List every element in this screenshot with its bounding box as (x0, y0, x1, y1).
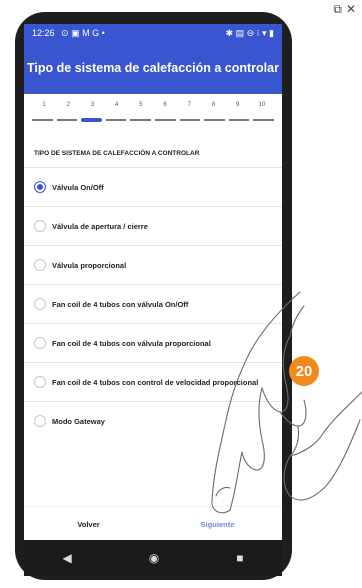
next-button[interactable]: Siguiente (153, 520, 282, 529)
radio-button[interactable] (34, 220, 46, 232)
option-label: Válvula de apertura / cierre (52, 221, 148, 231)
step-number: 5 (139, 102, 143, 108)
back-button[interactable]: Volver (24, 520, 153, 529)
footer: Volver Siguiente (24, 506, 282, 541)
step-segment (81, 118, 102, 122)
home-circle-icon[interactable]: ◉ (149, 551, 159, 565)
step-number: 1 (42, 102, 46, 108)
step-segment (56, 119, 78, 121)
step-number: 2 (66, 102, 70, 108)
option-label: Fan coil de 4 tubos con control de veloc… (52, 377, 259, 387)
step-segment (228, 119, 250, 121)
step-segment (204, 119, 225, 121)
status-system-icons: ✱ ▤ ⊖ ⁝ ▾ ▮ (225, 27, 274, 38)
option-label: Fan coil de 4 tubos con válvula proporci… (52, 338, 211, 348)
external-link-icon[interactable]: ⧉ (333, 2, 342, 17)
option-row[interactable]: Válvula proporcional (24, 245, 282, 284)
option-row[interactable]: Válvula On/Off (24, 167, 282, 206)
status-bar: 12:26 ⊙ ▣ M G • ✱ ▤ ⊖ ⁝ ▾ ▮ (24, 24, 282, 42)
radio-button[interactable] (34, 415, 46, 427)
radio-button[interactable] (34, 259, 46, 271)
step-number: 4 (115, 102, 119, 108)
option-row[interactable]: Válvula de apertura / cierre (24, 206, 282, 245)
window-controls: ⧉ ✕ (333, 2, 356, 17)
option-label: Fan coil de 4 tubos con válvula On/Off (52, 299, 189, 309)
phone-screen: 12:26 ⊙ ▣ M G • ✱ ▤ ⊖ ⁝ ▾ ▮ Tipo de sist… (24, 24, 282, 576)
section-label: TIPO DE SISTEMA DE CALEFACCIÓN A CONTROL… (34, 150, 200, 157)
recents-square-icon[interactable]: ■ (236, 551, 243, 565)
status-time: 12:26 (32, 27, 55, 38)
radio-button[interactable] (34, 181, 46, 193)
step-segment (179, 119, 201, 121)
option-label: Válvula proporcional (52, 260, 127, 270)
step-number: 7 (187, 102, 191, 108)
step-number: 6 (163, 102, 167, 108)
step-number: 9 (236, 102, 240, 108)
android-nav-bar: ◀ ◉ ■ (24, 540, 282, 576)
options-list: Válvula On/Off Válvula de apertura / cier… (24, 167, 282, 440)
step-track (32, 118, 274, 122)
step-segment (105, 119, 127, 121)
option-row[interactable]: Modo Gateway (24, 401, 282, 440)
close-icon[interactable]: ✕ (346, 2, 356, 17)
step-segment (253, 119, 274, 121)
step-segment (130, 119, 151, 121)
back-triangle-icon[interactable]: ◀ (63, 551, 72, 565)
radio-button[interactable] (34, 337, 46, 349)
page-title: Tipo de sistema de calefacción a control… (27, 61, 279, 75)
step-badge: 20 (289, 356, 319, 386)
step-segment (32, 119, 53, 121)
stepper: 1 2 3 4 5 6 7 8 9 10 (24, 94, 282, 132)
step-number: 10 (258, 102, 266, 108)
radio-button[interactable] (34, 298, 46, 310)
option-label: Modo Gateway (52, 416, 105, 426)
status-notification-icons: ⊙ ▣ M G • (61, 27, 105, 38)
option-row[interactable]: Fan coil de 4 tubos con válvula proporci… (24, 323, 282, 362)
option-label: Válvula On/Off (52, 182, 104, 192)
app-bar: Tipo de sistema de calefacción a control… (24, 42, 282, 94)
step-number: 3 (90, 102, 95, 108)
option-row[interactable]: Fan coil de 4 tubos con válvula On/Off (24, 284, 282, 323)
radio-button[interactable] (34, 376, 46, 388)
step-segment (154, 119, 176, 121)
step-number: 8 (211, 102, 216, 108)
option-row[interactable]: Fan coil de 4 tubos con control de veloc… (24, 362, 282, 401)
